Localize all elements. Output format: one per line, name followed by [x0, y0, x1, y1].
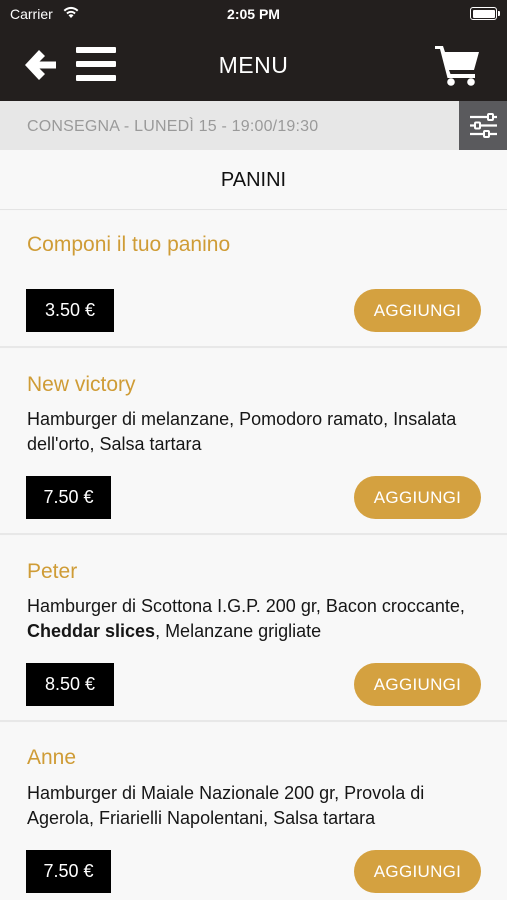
item-price: 7.50 €	[26, 850, 111, 893]
clock: 2:05 PM	[227, 6, 280, 22]
item-description-text: Hamburger di Maiale Nazionale 200 gr, Pr…	[27, 783, 425, 828]
menu-item: New victory Hamburger di melanzane, Pomo…	[0, 349, 507, 535]
menu-item: Peter Hamburger di Scottona I.G.P. 200 g…	[0, 536, 507, 722]
menu-item: Anne Hamburger di Maiale Nazionale 200 g…	[0, 723, 507, 900]
item-name: Peter	[27, 560, 78, 583]
item-description: Hamburger di melanzane, Pomodoro ramato,…	[27, 407, 487, 457]
add-button[interactable]: AGGIUNGI	[354, 289, 481, 332]
add-button[interactable]: AGGIUNGI	[354, 663, 481, 706]
status-bar: Carrier 2:05 PM	[0, 0, 507, 28]
item-description-text: , Melanzane grigliate	[155, 621, 322, 641]
item-description-text: Hamburger di melanzane, Pomodoro ramato,…	[27, 409, 457, 454]
filter-sliders-icon	[470, 113, 497, 138]
add-button[interactable]: AGGIUNGI	[354, 850, 481, 893]
section-title: PANINI	[0, 150, 507, 210]
item-description-highlight: Cheddar slices	[27, 621, 156, 641]
item-price: 3.50 €	[26, 289, 114, 332]
item-description: Hamburger di Scottona I.G.P. 200 gr, Bac…	[27, 594, 487, 644]
nav-bar: MENU	[0, 28, 507, 101]
item-name: Componi il tuo panino	[27, 233, 231, 256]
menu-item: Componi il tuo panino 3.50 € AGGIUNGI	[0, 211, 507, 348]
item-name: New victory	[27, 373, 136, 396]
item-description-text: Hamburger di Scottona I.G.P. 200 gr, Bac…	[27, 596, 465, 616]
filter-button[interactable]	[459, 101, 507, 150]
cart-icon[interactable]	[435, 44, 481, 86]
page-title: MENU	[218, 52, 289, 78]
delivery-bar: CONSEGNA - LUNEDÌ 15 - 19:00/19:30	[0, 101, 507, 150]
item-price: 8.50 €	[26, 663, 114, 706]
item-description: Hamburger di Maiale Nazionale 200 gr, Pr…	[27, 781, 487, 831]
battery-icon	[470, 7, 500, 20]
item-price: 7.50 €	[26, 476, 111, 519]
item-name: Anne	[27, 746, 77, 769]
add-button[interactable]: AGGIUNGI	[354, 476, 481, 519]
delivery-info: CONSEGNA - LUNEDÌ 15 - 19:00/19:30	[27, 118, 319, 135]
